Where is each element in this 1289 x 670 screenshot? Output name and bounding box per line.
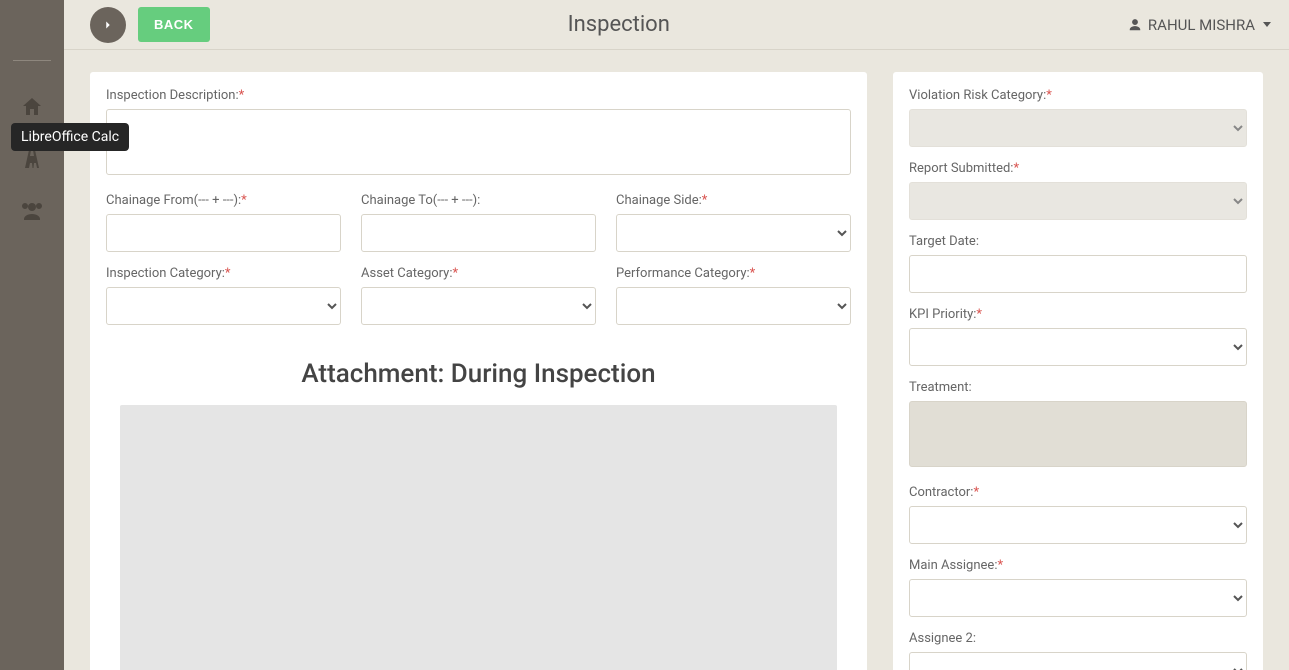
- users-icon[interactable]: [20, 199, 44, 227]
- inspection-description-group: Inspection Description:*: [106, 88, 851, 179]
- caret-down-icon: [1263, 22, 1271, 27]
- inspection-category-label: Inspection Category:*: [106, 266, 341, 281]
- content: Inspection Description:* Chainage From(-…: [64, 50, 1289, 670]
- user-name: RAHUL MISHRA: [1148, 16, 1255, 34]
- target-date-label: Target Date:: [909, 234, 1247, 249]
- tooltip: LibreOffice Calc: [11, 123, 129, 151]
- performance-category-group: Performance Category:*: [616, 266, 851, 325]
- inspection-category-select[interactable]: [106, 287, 341, 325]
- assignee2-select[interactable]: [909, 652, 1247, 670]
- asset-category-select[interactable]: [361, 287, 596, 325]
- contractor-select[interactable]: [909, 506, 1247, 544]
- chainage-from-group: Chainage From(--- + ---):*: [106, 193, 341, 252]
- kpi-label: KPI Priority:*: [909, 307, 1247, 322]
- inspection-card: Inspection Description:* Chainage From(-…: [90, 72, 867, 670]
- details-card: Violation Risk Category:* Report Submitt…: [893, 72, 1263, 670]
- report-submitted-label: Report Submitted:*: [909, 161, 1247, 176]
- attachment-title: Attachment: During Inspection: [106, 359, 851, 389]
- contractor-label: Contractor:*: [909, 485, 1247, 500]
- main-assignee-select[interactable]: [909, 579, 1247, 617]
- violation-label: Violation Risk Category:*: [909, 88, 1247, 103]
- treatment-label: Treatment:: [909, 380, 1247, 395]
- inspection-description-label: Inspection Description:*: [106, 88, 851, 103]
- treatment-input: [909, 401, 1247, 467]
- target-date-input[interactable]: [909, 255, 1247, 293]
- assignee2-label: Assignee 2:: [909, 631, 1247, 646]
- performance-category-select[interactable]: [616, 287, 851, 325]
- asset-category-group: Asset Category:*: [361, 266, 596, 325]
- main-assignee-label: Main Assignee:*: [909, 558, 1247, 573]
- page-title: Inspection: [110, 12, 1128, 37]
- asset-category-label: Asset Category:*: [361, 266, 596, 281]
- report-submitted-select: [909, 182, 1247, 220]
- user-menu[interactable]: RAHUL MISHRA: [1128, 16, 1271, 34]
- road-icon[interactable]: [20, 147, 44, 175]
- inspection-description-input[interactable]: [106, 109, 851, 175]
- sidebar-divider: [13, 60, 51, 61]
- chainage-to-label: Chainage To(--- + ---):: [361, 193, 596, 208]
- sidebar: [0, 0, 64, 670]
- chainage-side-label: Chainage Side:*: [616, 193, 851, 208]
- chainage-side-select[interactable]: [616, 214, 851, 252]
- chainage-from-label: Chainage From(--- + ---):*: [106, 193, 341, 208]
- main-scroll[interactable]: BACK Inspection RAHUL MISHRA Inspection …: [64, 0, 1289, 670]
- chainage-to-input[interactable]: [361, 214, 596, 252]
- inspection-category-group: Inspection Category:*: [106, 266, 341, 325]
- user-icon: [1128, 18, 1142, 32]
- header: BACK Inspection RAHUL MISHRA: [64, 0, 1289, 50]
- kpi-select[interactable]: [909, 328, 1247, 366]
- chainage-to-group: Chainage To(--- + ---):: [361, 193, 596, 252]
- image-placeholder-icon: [269, 654, 689, 670]
- attachment-placeholder: [120, 405, 837, 670]
- chainage-side-group: Chainage Side:*: [616, 193, 851, 252]
- home-icon[interactable]: [20, 95, 44, 123]
- violation-select: [909, 109, 1247, 147]
- performance-category-label: Performance Category:*: [616, 266, 851, 281]
- chainage-from-input[interactable]: [106, 214, 341, 252]
